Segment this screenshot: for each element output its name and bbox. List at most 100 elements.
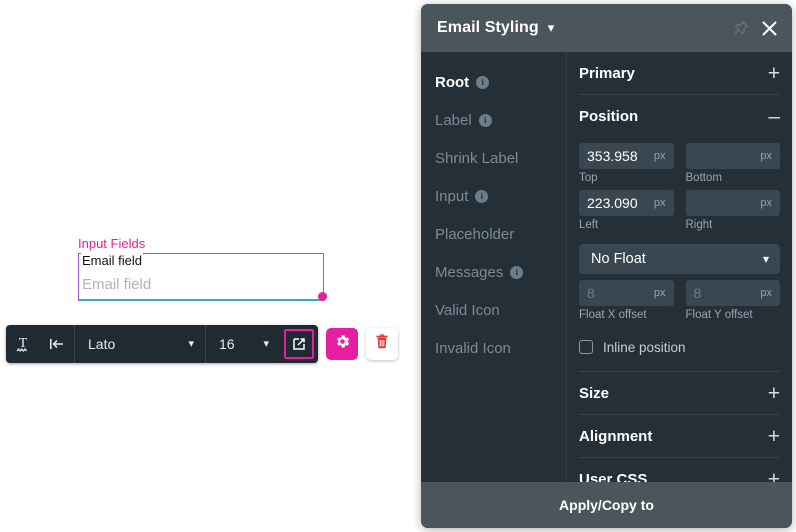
close-icon[interactable] [761,20,778,37]
sidebar-item-messages[interactable]: Messages i [421,253,566,291]
float-offset-row: 8 px Float X offset 8 px Float Y offset [579,280,780,321]
apply-copy-to-button[interactable]: Apply/Copy to [421,482,792,528]
top-input-value: 353.958 [587,148,638,164]
bottom-input[interactable]: px [685,143,780,169]
float-x-value: 8 [587,285,595,301]
input-fields-legend: Input Fields [78,236,146,251]
info-icon[interactable]: i [476,75,490,89]
section-title: Alignment [579,427,653,445]
top-field-cell: 353.958 px Top [579,143,674,184]
collapse-icon[interactable]: – [768,106,780,127]
resize-handle[interactable] [318,292,327,301]
panel-sidebar: Root i Label i Shrink Label Input i Plac… [421,52,567,482]
delete-button[interactable] [366,328,398,360]
indent-left-icon[interactable] [40,325,74,363]
sidebar-item-label: Placeholder [435,225,515,243]
text-format-icon[interactable]: T [6,325,40,363]
chevron-down-icon[interactable]: ▾ [548,20,555,36]
right-field-cell: px Right [685,190,780,231]
sidebar-item-label: Messages [435,263,504,281]
inline-position-label: Inline position [603,339,686,355]
right-label: Right [685,219,713,231]
sidebar-item-label: Input [435,187,469,205]
settings-button[interactable] [326,328,358,360]
apply-copy-to-label: Apply/Copy to [559,497,654,513]
unit-label: px [653,197,666,209]
section-title: Primary [579,64,635,82]
position-row-top-bottom: 353.958 px Top px Bottom [579,143,780,184]
sidebar-item-placeholder[interactable]: Placeholder [421,215,566,253]
email-field-underline [79,299,323,301]
float-x-input[interactable]: 8 px [579,280,674,306]
sidebar-item-label: Valid Icon [435,301,500,319]
section-alignment[interactable]: Alignment + [579,415,780,457]
float-x-cell: 8 px Float X offset [579,280,674,321]
sidebar-item-label: Shrink Label [435,149,519,167]
email-field-input[interactable]: Email field [82,276,151,294]
sidebar-item-root[interactable]: Root i [421,63,566,101]
toolbar-main-group: T Lato ▾ 16 ▾ [6,325,318,363]
panel-body: Root i Label i Shrink Label Input i Plac… [421,52,792,482]
pin-icon[interactable] [733,20,749,36]
design-canvas: Input Fields Email field Email field T L… [0,0,420,532]
email-styling-panel: Email Styling ▾ Root i Label i Shrink La… [421,4,792,528]
unit-label: px [653,287,666,299]
sidebar-item-label[interactable]: Label i [421,101,566,139]
float-select[interactable]: No Float ▾ [579,244,780,274]
bottom-field-cell: px Bottom [685,143,780,184]
sidebar-item-input[interactable]: Input i [421,177,566,215]
section-position[interactable]: Position – [579,95,780,137]
top-input[interactable]: 353.958 px [579,143,674,169]
top-label: Top [579,172,598,184]
sidebar-item-label: Label [435,111,472,129]
info-icon[interactable]: i [478,113,492,127]
email-field-label: Email field [81,253,143,269]
section-size[interactable]: Size + [579,372,780,414]
inline-position-checkbox[interactable] [579,340,593,354]
left-input-value: 223.090 [587,195,638,211]
sidebar-item-valid-icon[interactable]: Valid Icon [421,291,566,329]
font-family-select[interactable]: Lato ▾ [75,325,205,363]
sidebar-item-shrink-label[interactable]: Shrink Label [421,139,566,177]
bottom-label: Bottom [685,172,722,184]
font-family-value: Lato [88,336,116,352]
right-input[interactable]: px [685,190,780,216]
float-y-input[interactable]: 8 px [685,280,780,306]
svg-text:T: T [19,336,28,351]
sidebar-item-label: Root [435,73,470,91]
input-fields-group: Input Fields Email field Email field [78,236,327,301]
email-field-container[interactable]: Email field Email field [78,253,327,301]
inline-position-row[interactable]: Inline position [579,337,780,357]
info-icon[interactable]: i [510,265,524,279]
expand-icon[interactable]: + [768,63,780,84]
section-title: Size [579,384,610,402]
external-link-icon[interactable] [284,329,314,359]
expand-icon[interactable]: + [768,383,780,404]
font-size-select[interactable]: 16 ▾ [206,325,280,363]
info-icon[interactable]: i [475,189,489,203]
expand-icon[interactable]: + [768,426,780,447]
float-y-value: 8 [693,285,702,301]
panel-title: Email Styling [437,19,539,36]
chevron-down-icon: ▾ [188,337,194,350]
float-y-label: Float Y offset [685,309,753,321]
float-select-value: No Float [591,251,646,267]
unit-label: px [760,150,772,162]
app-root: Input Fields Email field Email field T L… [0,0,796,532]
chevron-down-icon: ▾ [263,337,269,350]
chevron-down-icon: ▾ [762,252,769,266]
left-input[interactable]: 223.090 px [579,190,674,216]
section-user-css[interactable]: User CSS + [579,458,780,483]
left-label: Left [579,219,599,231]
sidebar-item-invalid-icon[interactable]: Invalid Icon [421,329,566,367]
unit-label: px [760,287,772,299]
expand-icon[interactable]: + [768,469,780,483]
panel-header: Email Styling ▾ [421,4,792,52]
styling-toolbar: T Lato ▾ 16 ▾ [6,325,398,363]
unit-label: px [653,150,666,162]
section-primary[interactable]: Primary + [579,52,780,94]
unit-label: px [760,197,772,209]
panel-content: Primary + Position – 353.958 px Top px B… [567,52,792,482]
font-size-value: 16 [219,336,235,352]
